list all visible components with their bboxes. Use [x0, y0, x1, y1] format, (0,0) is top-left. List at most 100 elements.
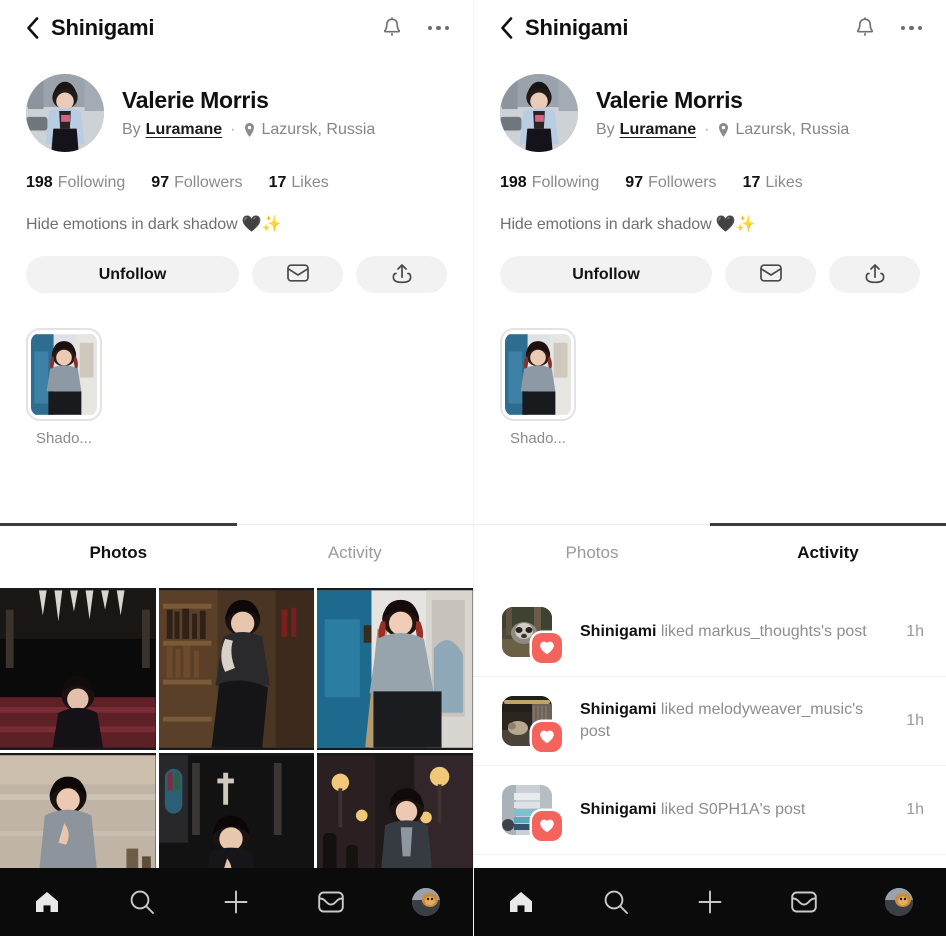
- by-label: By: [122, 120, 141, 138]
- profile-text: Valerie Morris By Luramane · Lazursk, Ru…: [122, 87, 375, 139]
- heart-icon: [532, 633, 562, 663]
- photo-studio[interactable]: [317, 588, 473, 750]
- home-icon: [508, 890, 534, 914]
- activity-thumb-books: [502, 785, 562, 841]
- profile-header: Valerie Morris By Luramane · Lazursk, Ru…: [0, 56, 473, 152]
- profile-text: Valerie Morris By Luramane · Lazursk, Ru…: [596, 87, 849, 139]
- share-button[interactable]: [356, 256, 447, 293]
- activity-time: 1h: [906, 712, 924, 729]
- home-icon: [34, 890, 60, 914]
- bottom-nav: [474, 868, 946, 936]
- stat-likes-value: 17: [742, 174, 761, 191]
- search-icon: [129, 889, 155, 915]
- stats-row: 198 Following 97 Followers 17 Likes: [474, 152, 946, 192]
- chevron-left-icon[interactable]: [500, 17, 513, 39]
- nav-home[interactable]: [474, 868, 568, 936]
- message-button[interactable]: [252, 256, 343, 293]
- more-options-icon[interactable]: [426, 20, 452, 37]
- author-link[interactable]: Luramane: [146, 121, 222, 139]
- separator-dot: ·: [230, 120, 236, 138]
- highlights-row: Shado...: [474, 293, 946, 447]
- activity-actor: Shinigami: [580, 801, 657, 819]
- location-text: Lazursk, Russia: [735, 120, 850, 138]
- nav-search[interactable]: [95, 868, 190, 936]
- nav-create[interactable]: [189, 868, 284, 936]
- stat-followers-label: Followers: [174, 174, 243, 191]
- page-title: Shinigami: [525, 15, 629, 40]
- highlight-thumb-shadow: [26, 328, 102, 421]
- envelope-icon: [286, 264, 309, 285]
- author-link[interactable]: Luramane: [620, 121, 696, 139]
- profile-avatar-icon: [884, 888, 913, 916]
- location-pin-icon: [717, 122, 730, 138]
- activity-time: 1h: [906, 623, 924, 640]
- profile-name: Valerie Morris: [596, 87, 743, 114]
- activity-thumb-desk: [502, 696, 562, 752]
- profile-bio: Hide emotions in dark shadow 🖤✨: [500, 216, 756, 233]
- tab-photos[interactable]: Photos: [0, 523, 237, 581]
- activity-thumb-raccoon: [502, 607, 562, 663]
- photo-alley[interactable]: [317, 753, 473, 868]
- heart-icon: [532, 722, 562, 752]
- message-button[interactable]: [725, 256, 816, 293]
- highlight-item[interactable]: Shado...: [500, 328, 576, 447]
- avatar[interactable]: [26, 74, 104, 152]
- list-item[interactable]: Shinigami liked melodyweaver_music's pos…: [474, 677, 946, 766]
- list-item[interactable]: Shinigami liked S0PH1A's post 1h: [474, 766, 946, 855]
- nav-profile[interactable]: [852, 868, 946, 936]
- stat-followers[interactable]: 97 Followers: [151, 174, 242, 192]
- stat-followers[interactable]: 97 Followers: [625, 174, 716, 192]
- stat-followers-value: 97: [625, 174, 644, 191]
- stat-following[interactable]: 198 Following: [500, 174, 599, 192]
- photo-library[interactable]: [158, 588, 315, 750]
- unfollow-button[interactable]: Unfollow: [500, 256, 712, 293]
- share-upload-icon: [865, 263, 885, 287]
- chevron-left-icon[interactable]: [26, 17, 39, 39]
- activity-actor: Shinigami: [580, 701, 657, 719]
- stat-likes-value: 17: [268, 174, 287, 191]
- highlight-item[interactable]: Shado...: [26, 328, 102, 447]
- stat-likes[interactable]: 17 Likes: [743, 174, 803, 192]
- tab-activity[interactable]: Activity: [710, 523, 946, 581]
- nav-home[interactable]: [0, 868, 95, 936]
- search-icon: [603, 889, 629, 915]
- photo-cathedral[interactable]: [158, 753, 315, 868]
- activity-text: Shinigami liked S0PH1A's post: [580, 799, 906, 821]
- share-button[interactable]: [829, 256, 920, 293]
- tab-photos[interactable]: Photos: [474, 525, 710, 581]
- tabs: Photos Activity: [0, 523, 474, 581]
- photo-grid: [0, 588, 473, 868]
- nav-create[interactable]: [663, 868, 757, 936]
- nav-search[interactable]: [568, 868, 662, 936]
- stat-following[interactable]: 198 Following: [26, 174, 125, 192]
- tab-activity[interactable]: Activity: [237, 525, 474, 581]
- activity-text: Shinigami liked markus_thoughts's post: [580, 621, 906, 643]
- nav-inbox[interactable]: [284, 868, 379, 936]
- profile-header: Valerie Morris By Luramane · Lazursk, Ru…: [474, 56, 946, 152]
- bell-icon[interactable]: [853, 16, 877, 40]
- stat-likes[interactable]: 17 Likes: [269, 174, 329, 192]
- bottom-nav: [0, 868, 473, 936]
- highlights-row: Shado...: [0, 293, 473, 447]
- location-text: Lazursk, Russia: [261, 120, 376, 138]
- photo-lake[interactable]: [0, 753, 156, 868]
- by-label: By: [596, 120, 615, 138]
- more-options-icon[interactable]: [899, 20, 925, 37]
- bell-icon[interactable]: [380, 16, 404, 40]
- dual-panel-screenshot: Shinigami Valerie Morris By Luramane · L…: [0, 0, 946, 936]
- profile-subtitle: By Luramane · Lazursk, Russia: [596, 121, 849, 139]
- highlight-label: Shado...: [510, 430, 566, 447]
- nav-profile[interactable]: [378, 868, 473, 936]
- list-item[interactable]: Shinigami liked markus_thoughts's post 1…: [474, 588, 946, 677]
- stat-likes-label: Likes: [765, 174, 803, 191]
- avatar[interactable]: [500, 74, 578, 152]
- nav-inbox[interactable]: [757, 868, 851, 936]
- top-bar: Shinigami: [474, 0, 946, 56]
- profile-avatar-icon: [411, 888, 440, 916]
- unfollow-button[interactable]: Unfollow: [26, 256, 239, 293]
- stats-row: 198 Following 97 Followers 17 Likes: [0, 152, 473, 192]
- panel-right: Shinigami Valerie Morris By Luramane · L…: [473, 0, 946, 936]
- stat-followers-label: Followers: [648, 174, 717, 191]
- photo-theatre[interactable]: [0, 588, 156, 750]
- highlight-thumb-shadow: [500, 328, 576, 421]
